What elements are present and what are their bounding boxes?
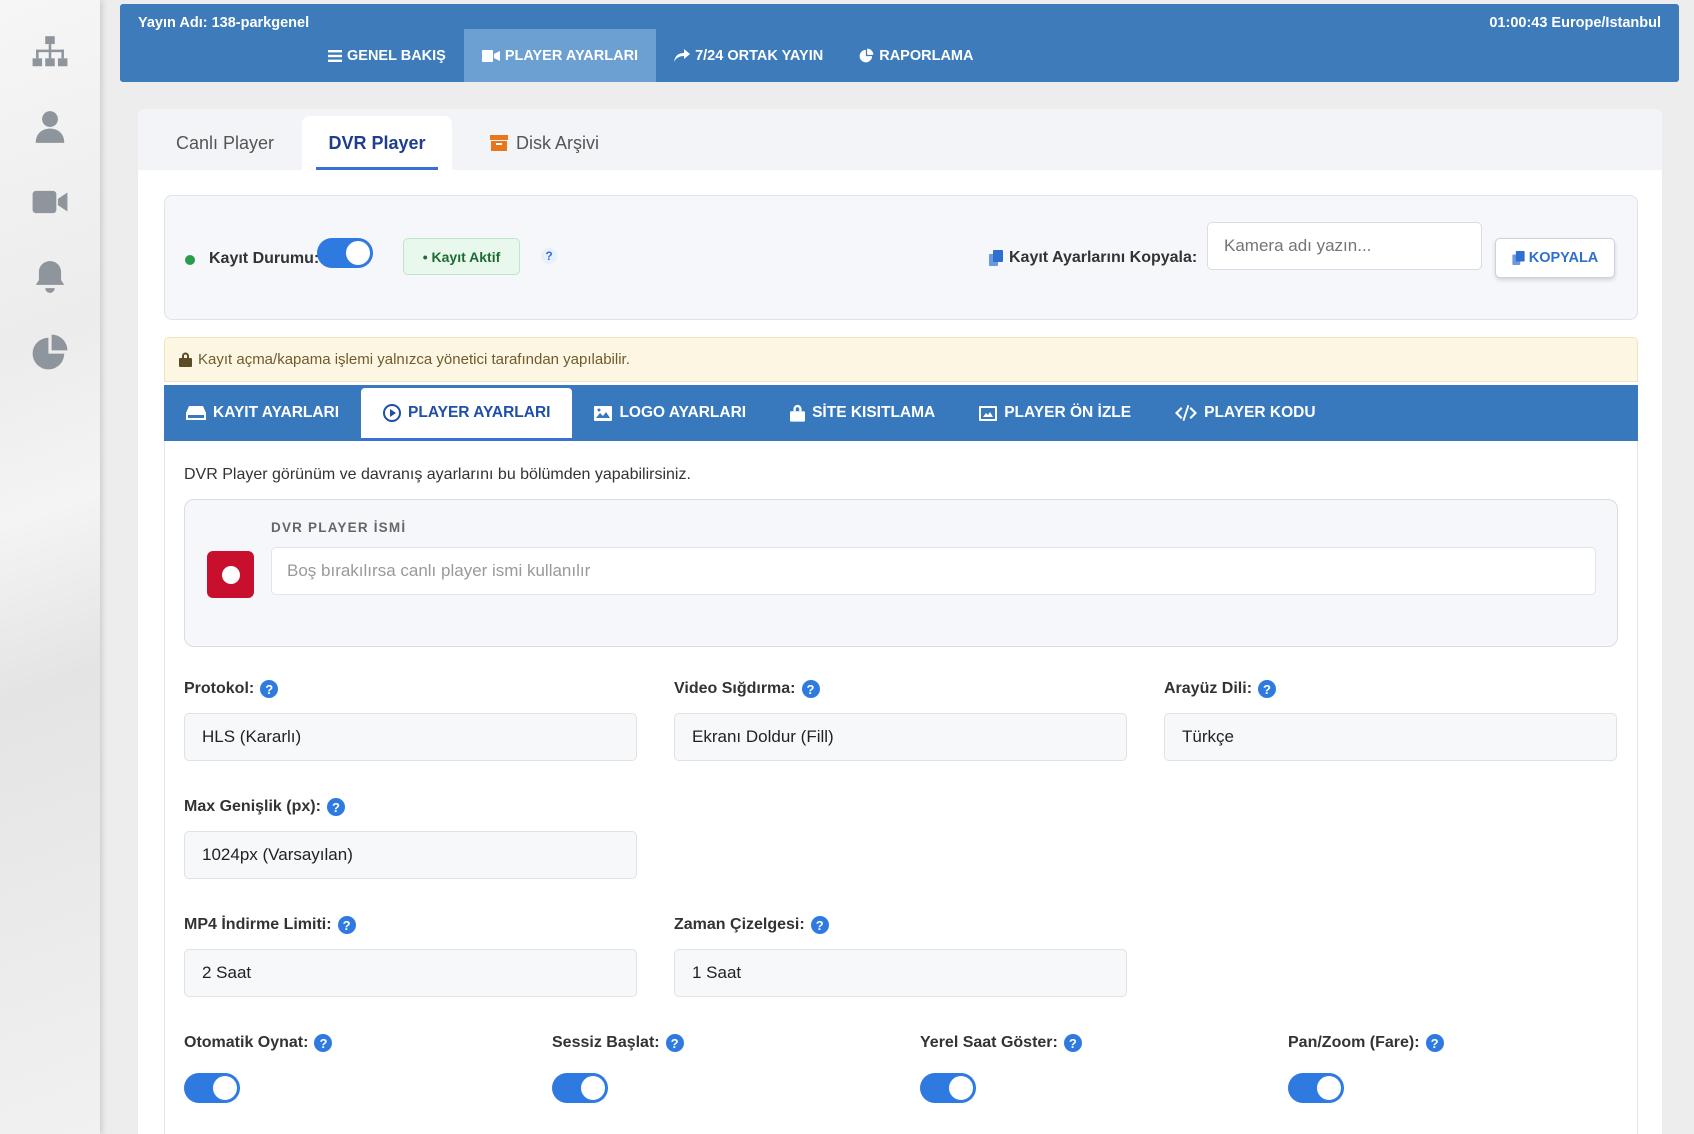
settings-subnav: KAYIT AYARLARI PLAYER AYARLARI LOGO AYAR…: [164, 385, 1638, 441]
nav-label: PLAYER AYARLARI: [504, 47, 639, 64]
nav-player-ayarlari[interactable]: PLAYER AYARLARI: [463, 29, 657, 82]
protocol-label: Protokol:?: [184, 680, 279, 698]
nav-label: GENEL BAKIŞ: [347, 47, 446, 64]
subnav-player-ayarlari[interactable]: PLAYER AYARLARI: [361, 388, 573, 441]
help-icon[interactable]: ?: [541, 248, 557, 264]
main-panel: Canlı Player DVR Player Disk Arşivi Kayı…: [138, 109, 1662, 1134]
stream-name: Yayın Adı: 138-parkgenel: [138, 15, 310, 31]
help-icon[interactable]: ?: [314, 1034, 333, 1052]
section-description: DVR Player görünüm ve davranış ayarların…: [184, 466, 691, 483]
help-icon[interactable]: ?: [1063, 1034, 1082, 1052]
timeline-select[interactable]: 1 Saat: [674, 949, 1127, 997]
help-icon[interactable]: ?: [665, 1034, 684, 1052]
top-header: Yayın Adı: 138-parkgenel 01:00:43 Europe…: [120, 4, 1679, 82]
copy-settings-label: Kayıt Ayarlarını Kopyala:: [989, 249, 1197, 267]
user-icon[interactable]: [30, 107, 70, 147]
dvr-name-input[interactable]: Boş bırakılırsa canlı player ismi kullan…: [271, 547, 1596, 595]
help-icon[interactable]: ?: [801, 680, 820, 698]
dvr-name-label: DVR PLAYER İSMİ: [271, 520, 407, 535]
player-settings-content: DVR Player görünüm ve davranış ayarların…: [164, 441, 1638, 1134]
max-width-select[interactable]: 1024px (Varsayılan): [184, 831, 637, 879]
preview-icon: [979, 405, 998, 421]
nav-raporlama[interactable]: RAPORLAMA: [841, 29, 991, 82]
record-status-label: Kayıt Durumu:: [209, 250, 320, 267]
ui-lang-label: Arayüz Dili:?: [1164, 680, 1277, 698]
nav-ortak-yayin[interactable]: 7/24 ORTAK YAYIN: [656, 29, 841, 82]
copy-icon: [1512, 251, 1525, 265]
autoplay-label: Otomatik Oynat:?: [184, 1034, 333, 1052]
max-width-label: Max Genişlik (px):?: [184, 798, 345, 816]
status-dot: [185, 255, 195, 265]
help-icon[interactable]: ?: [810, 916, 829, 934]
subnav-kayit-ayarlari[interactable]: KAYIT AYARLARI: [164, 385, 361, 441]
copy-icon: [989, 250, 1003, 266]
share-icon: [674, 48, 691, 62]
protocol-select[interactable]: HLS (Kararlı): [184, 713, 637, 761]
record-icon: [207, 551, 254, 598]
tab-disk-arsivi[interactable]: Disk Arşivi: [480, 116, 609, 170]
mp4-limit-select[interactable]: 2 Saat: [184, 949, 637, 997]
timeline-label: Zaman Çizelgesi:?: [674, 916, 829, 934]
tab-label: Canlı Player: [176, 132, 275, 153]
tab-dvr-player[interactable]: DVR Player: [302, 116, 452, 170]
muted-label: Sessiz Başlat:?: [552, 1034, 684, 1052]
clock: 01:00:43 Europe/Istanbul: [1489, 15, 1661, 31]
status-badge: • Kayıt Aktif: [403, 238, 520, 275]
panzoom-toggle[interactable]: [1288, 1073, 1344, 1103]
sitemap-icon[interactable]: [30, 32, 70, 72]
panzoom-label: Pan/Zoom (Fare):?: [1288, 1034, 1444, 1052]
help-icon[interactable]: ?: [337, 916, 356, 934]
camera-name-input[interactable]: [1207, 222, 1482, 270]
local-time-toggle[interactable]: [920, 1073, 976, 1103]
help-icon[interactable]: ?: [326, 798, 345, 816]
muted-toggle[interactable]: [552, 1073, 608, 1103]
mp4-limit-label: MP4 İndirme Limiti:?: [184, 916, 356, 934]
nav-label: RAPORLAMA: [879, 47, 974, 64]
tab-canli-player[interactable]: Canlı Player: [158, 116, 292, 170]
nav-label: 7/24 ORTAK YAYIN: [695, 47, 824, 64]
subnav-logo-ayarlari[interactable]: LOGO AYARLARI: [572, 385, 768, 441]
tab-label: Disk Arşivi: [516, 132, 600, 153]
local-time-label: Yerel Saat Göster:?: [920, 1034, 1082, 1052]
archive-icon: [490, 135, 508, 151]
pie-chart-icon[interactable]: [30, 332, 70, 372]
sidebar: [0, 0, 100, 1134]
help-icon[interactable]: ?: [1425, 1034, 1444, 1052]
subnav-player-on-izle[interactable]: PLAYER ÖN İZLE: [957, 385, 1153, 441]
record-toggle[interactable]: [317, 238, 373, 268]
list-icon: [328, 49, 342, 62]
active-tab-underline: [316, 167, 438, 170]
lock-icon: [790, 404, 806, 422]
ui-lang-select[interactable]: Türkçe: [1164, 713, 1617, 761]
subnav-site-kisitlama[interactable]: SİTE KISITLAMA: [768, 385, 957, 441]
record-status-card: Kayıt Durumu: • Kayıt Aktif ? Kayıt Ayar…: [164, 195, 1638, 320]
pie-chart-icon: [859, 48, 874, 63]
play-circle-icon: [383, 404, 402, 422]
video-icon: [481, 49, 500, 62]
help-icon[interactable]: ?: [1258, 680, 1277, 698]
subnav-player-kodu[interactable]: PLAYER KODU: [1153, 385, 1337, 441]
autoplay-toggle[interactable]: [184, 1073, 240, 1103]
video-camera-icon[interactable]: [30, 182, 70, 222]
help-icon[interactable]: ?: [260, 680, 279, 698]
tab-label: DVR Player: [328, 132, 426, 153]
admin-warning: Kayıt açma/kapama işlemi yalnızca yöneti…: [164, 337, 1638, 382]
lock-icon: [179, 352, 192, 367]
dvr-name-box: DVR PLAYER İSMİ Boş bırakılırsa canlı pl…: [184, 499, 1618, 647]
video-fit-label: Video Sığdırma:?: [674, 680, 820, 698]
nav-genel-bakis[interactable]: GENEL BAKIŞ: [310, 29, 464, 82]
top-nav: GENEL BAKIŞ PLAYER AYARLARI 7/24 ORTAK Y…: [310, 29, 991, 82]
copy-button[interactable]: KOPYALA: [1495, 238, 1615, 278]
hdd-icon: [186, 406, 206, 420]
image-icon: [594, 405, 613, 421]
player-tabs: Canlı Player DVR Player Disk Arşivi: [138, 109, 1662, 170]
video-fit-select[interactable]: Ekranı Doldur (Fill): [674, 713, 1127, 761]
code-icon: [1175, 405, 1198, 421]
bell-icon[interactable]: [30, 257, 70, 297]
